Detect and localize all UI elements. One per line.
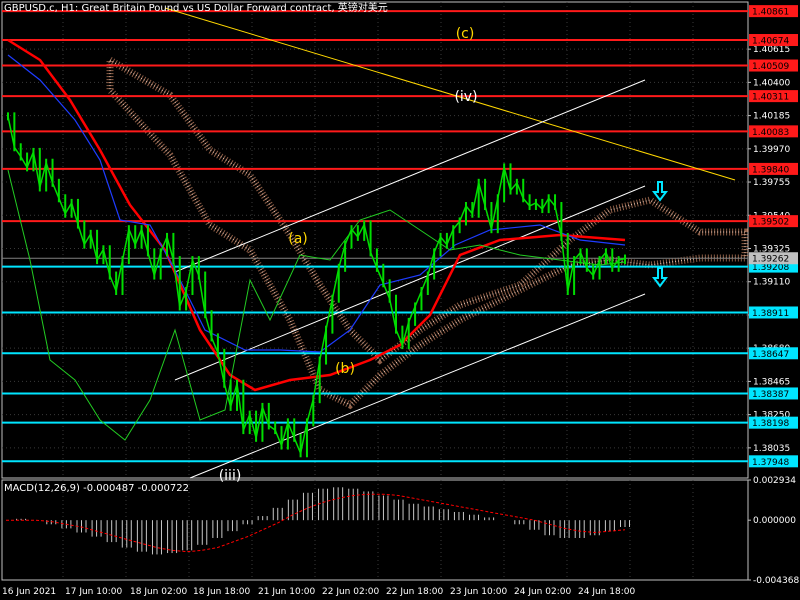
price-level-label: 1.38387 [752,390,789,400]
time-axis-label: 16 Jun 2021 [2,587,56,597]
price-tick-label: 1.40185 [753,112,790,122]
macd-indicator-label: MACD(12,26,9) -0.000487 -0.000722 [4,483,189,494]
time-axis-label: 22 Jun 18:00 [386,587,443,597]
time-axis-label: 23 Jun 10:00 [450,587,507,597]
price-tick-label: 1.38465 [753,377,790,387]
time-axis-label: 18 Jun 02:00 [130,587,187,597]
price-level-label: 1.37948 [752,458,789,468]
price-tick-label: 1.39110 [753,278,790,288]
price-tick-label: 1.40615 [753,45,790,55]
price-tick-label: 1.39970 [753,145,790,155]
time-axis-label: 22 Jun 02:00 [322,587,379,597]
time-axis-label: 21 Jun 10:00 [258,587,315,597]
price-level-label: 1.40311 [752,93,789,103]
wave-label: (c) [456,26,475,42]
chart-canvas[interactable]: 1.40615 1.40400 1.40185 1.39970 1.39755 1.395… [0,0,800,600]
price-level-label: 1.40509 [752,62,789,72]
price-level-label: 1.40674 [752,37,789,47]
price-level-label: 1.38911 [752,309,789,319]
wave-label: (b) [335,361,355,377]
wave-label: (iii) [219,468,242,484]
price-level-label: 1.40083 [752,128,789,138]
macd-tick-label: -0.004368 [753,576,799,586]
price-tick-label: 1.38035 [753,444,790,454]
time-axis-label: 17 Jun 10:00 [65,587,122,597]
price-level-label: 1.38647 [752,350,789,360]
price-level-label: 1.40861 [752,8,789,18]
time-axis-label: 24 Jun 18:00 [578,587,635,597]
chart-title: GBPUSD.c, H1: Great Britain Pound vs US … [4,1,388,14]
price-level-label: 1.38198 [752,419,789,429]
time-axis-label: 24 Jun 02:00 [514,587,571,597]
price-tick-label: 1.40400 [753,78,790,88]
price-tick-label: 1.39755 [753,178,790,188]
macd-tick-label: 0.000000 [753,516,796,526]
macd-tick-label: 0.002934 [753,476,796,486]
current-price-label: 1.39262 [752,255,789,265]
price-level-label: 1.39840 [752,165,789,175]
wave-label: (iv) [454,89,477,105]
price-level-label: 1.39502 [752,218,789,228]
wave-label: (a) [288,231,308,247]
time-axis-label: 18 Jun 18:00 [193,587,250,597]
